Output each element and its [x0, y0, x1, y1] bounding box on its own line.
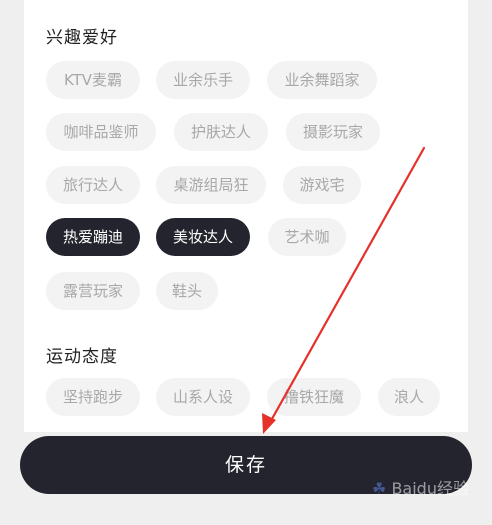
tag-weightlifting[interactable]: 撸铁狂魔: [267, 378, 361, 416]
tag-gamer[interactable]: 游戏宅: [283, 166, 361, 204]
baidu-watermark: ☘ Baidu经验: [372, 475, 469, 499]
tag-running[interactable]: 坚持跑步: [46, 378, 140, 416]
tag-mountain[interactable]: 山系人设: [156, 378, 250, 416]
tag-travel[interactable]: 旅行达人: [46, 166, 140, 204]
tag-sneakerhead[interactable]: 鞋头: [156, 272, 218, 310]
tag-camping[interactable]: 露营玩家: [46, 272, 140, 310]
tag-board-games[interactable]: 桌游组局狂: [156, 166, 266, 204]
tag-wanderer[interactable]: 浪人: [378, 378, 440, 416]
tag-ktv[interactable]: KTV麦霸: [46, 61, 140, 99]
tag-coffee-taster[interactable]: 咖啡品鉴师: [46, 113, 156, 151]
tag-amateur-dancer[interactable]: 业余舞蹈家: [267, 61, 377, 99]
tag-art-lover[interactable]: 艺术咖: [268, 218, 346, 256]
tag-skincare[interactable]: 护肤达人: [174, 113, 268, 151]
tag-clubbing-selected[interactable]: 热爱蹦迪: [46, 218, 140, 256]
tag-makeup-selected[interactable]: 美妆达人: [156, 218, 250, 256]
section-title-interests: 兴趣爱好: [46, 28, 118, 48]
watermark-text: Baidu经验: [391, 479, 469, 498]
tag-amateur-musician[interactable]: 业余乐手: [156, 61, 250, 99]
paw-icon: ☘: [372, 479, 387, 498]
section-title-sports: 运动态度: [46, 347, 118, 367]
tag-photography[interactable]: 摄影玩家: [286, 113, 380, 151]
tag-settings-panel: 兴趣爱好 KTV麦霸 业余乐手 业余舞蹈家 咖啡品鉴师 护肤达人 摄影玩家 旅行…: [24, 0, 468, 432]
